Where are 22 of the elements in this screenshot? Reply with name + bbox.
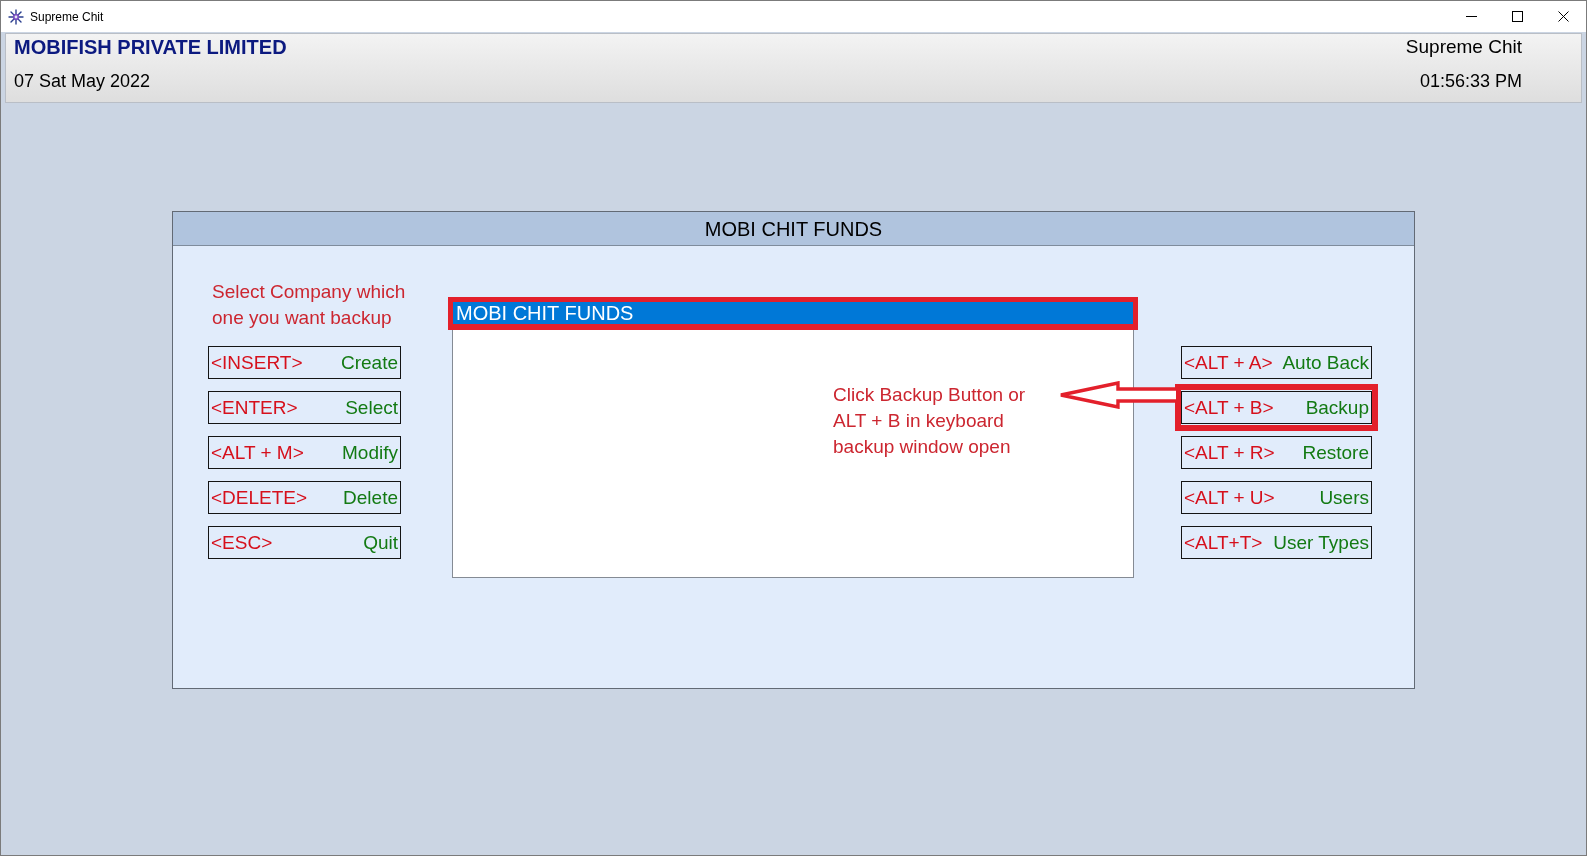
instruction-note: Click Backup Button or ALT + B in keyboard backup window open	[833, 383, 1026, 459]
shortcut-button[interactable]: <ESC> Quit	[208, 526, 401, 559]
shortcut-button[interactable]: <DELETE> Delete	[208, 481, 401, 514]
shortcut-button[interactable]: <INSERT> Create	[208, 346, 401, 379]
starburst-icon	[8, 8, 24, 25]
company-name: MOBIFISH PRIVATE LIMITED	[14, 35, 287, 59]
date-label: 07 Sat May 2022	[14, 70, 152, 93]
time-label: 01:56:33 PM	[1419, 70, 1522, 93]
shortcut-button[interactable]: <ALT+T> User Types	[1181, 526, 1372, 559]
window-title: Supreme Chit	[30, 8, 104, 26]
shortcut-button[interactable]: <ALT + M> Modify	[208, 436, 401, 469]
minimize-icon	[1465, 16, 1477, 17]
company-row[interactable]: MOBI CHIT FUNDS	[453, 302, 1133, 324]
maximize-icon	[1511, 11, 1523, 22]
shortcut-button[interactable]: <ALT + U> Users	[1181, 481, 1372, 514]
shortcut-button[interactable]: <ENTER> Select	[208, 391, 401, 424]
dialog-title: MOBI CHIT FUNDS	[173, 212, 1414, 246]
shortcut-button[interactable]: <ALT + B> Backup	[1181, 391, 1372, 424]
shortcut-button[interactable]: <ALT + A> Auto Back	[1181, 346, 1372, 379]
shortcut-button[interactable]: <ALT + R> Restore	[1181, 436, 1372, 469]
close-icon	[1557, 11, 1569, 22]
app-name: Supreme Chit	[1405, 35, 1522, 59]
